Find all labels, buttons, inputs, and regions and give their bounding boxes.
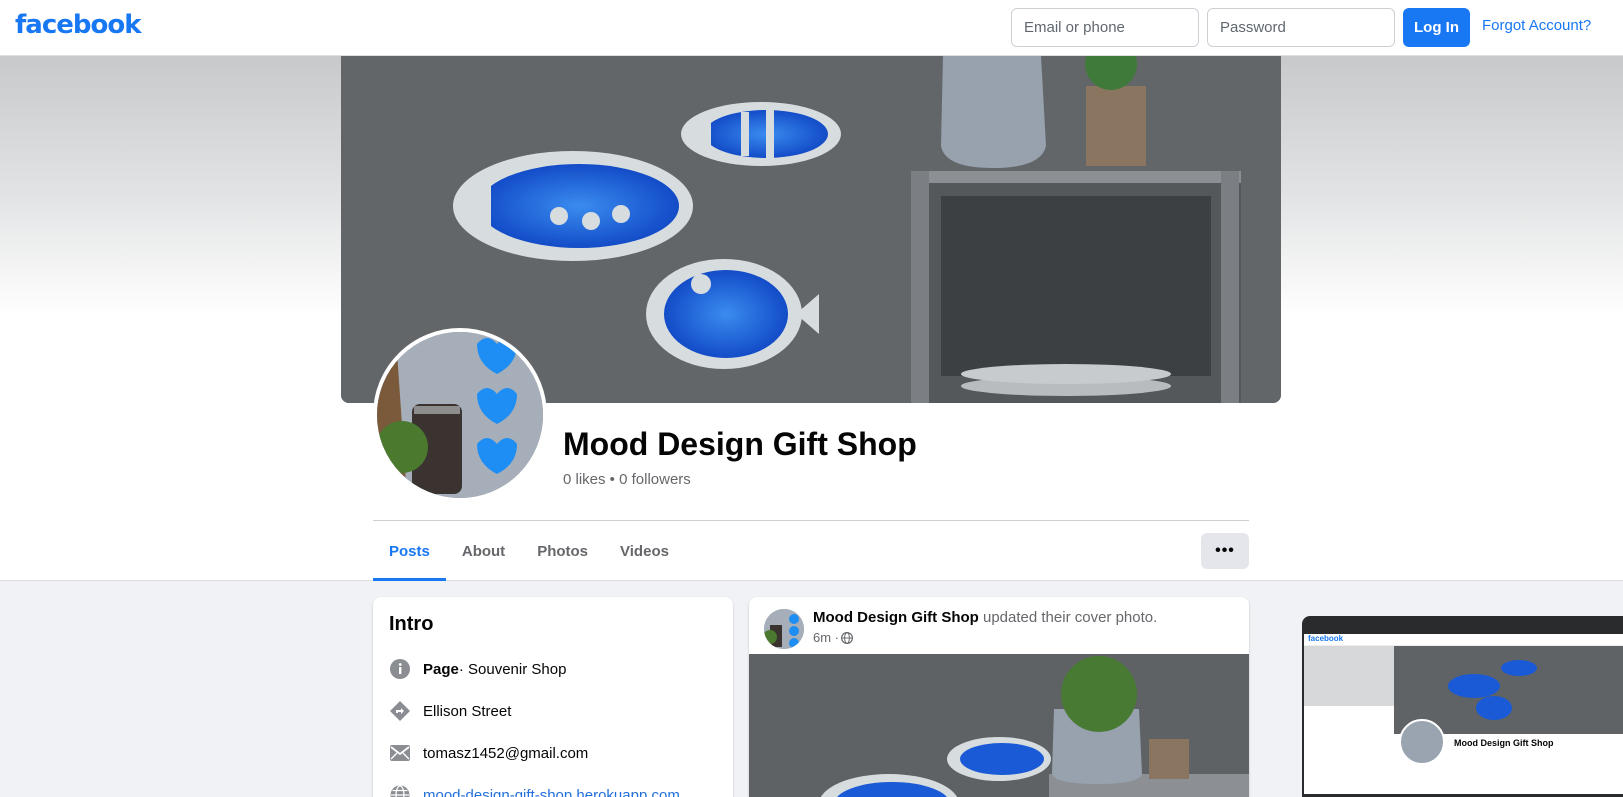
thumbnail-page-name: Mood Design Gift Shop — [1454, 738, 1554, 748]
directions-icon — [389, 700, 411, 722]
address-text: Ellison Street — [423, 702, 512, 720]
profile-picture-illustration — [377, 332, 543, 498]
category-prefix: Page — [423, 660, 459, 678]
intro-card: Intro Page · Souvenir Shop Ellison Stree… — [373, 597, 733, 797]
page-header: Mood Design Gift Shop 0 likes • 0 follow… — [0, 56, 1623, 581]
post-author-avatar[interactable] — [764, 609, 804, 649]
post-card: Mood Design Gift Shop updated their cove… — [749, 597, 1249, 797]
post-action-text: updated their cover photo. — [978, 609, 1158, 626]
category-text: · Souvenir Shop — [458, 660, 567, 678]
tab-about[interactable]: About — [446, 521, 521, 581]
post-cover-image[interactable] — [749, 654, 1249, 797]
post-timestamp[interactable]: 6m · — [813, 630, 839, 645]
globe-small-icon — [841, 631, 853, 644]
website-link[interactable]: mood-design-gift-shop.herokuapp.com — [423, 787, 680, 797]
email-text: tomasz1452@gmail.com — [423, 744, 589, 762]
more-options-button[interactable]: ••• — [1201, 533, 1249, 569]
password-input[interactable] — [1207, 8, 1395, 47]
tab-photos[interactable]: Photos — [521, 521, 604, 581]
page-stats: 0 likes • 0 followers — [563, 471, 691, 488]
top-navigation-bar: facebook Log In Forgot Account? — [0, 0, 1623, 56]
profile-picture[interactable] — [373, 328, 547, 502]
info-icon — [389, 658, 411, 680]
intro-website-row: mood-design-gift-shop.herokuapp.com — [389, 774, 717, 797]
login-button[interactable]: Log In — [1403, 8, 1470, 47]
post-header-text: Mood Design Gift Shop updated their cove… — [813, 609, 1157, 626]
email-input[interactable] — [1011, 8, 1199, 47]
tab-videos[interactable]: Videos — [604, 521, 685, 581]
intro-email-row: tomasz1452@gmail.com — [389, 732, 717, 774]
email-icon — [389, 742, 411, 764]
page-tabs: Posts About Photos Videos — [373, 521, 685, 581]
intro-title: Intro — [389, 613, 434, 635]
thumbnail-illustration — [1304, 634, 1623, 794]
post-image-illustration — [749, 654, 1249, 797]
intro-category-row: Page · Souvenir Shop — [389, 648, 717, 690]
forgot-account-link[interactable]: Forgot Account? — [1482, 17, 1591, 34]
globe-icon — [389, 784, 411, 797]
intro-address-row: Ellison Street — [389, 690, 717, 732]
post-meta: 6m · — [813, 630, 853, 645]
tab-posts[interactable]: Posts — [373, 521, 446, 581]
thumbnail-logo: facebook — [1308, 634, 1344, 643]
thumbnail-content: facebook Mood Design Gift Shop — [1304, 634, 1623, 794]
facebook-logo[interactable]: facebook — [15, 10, 142, 40]
page-title: Mood Design Gift Shop — [563, 426, 917, 462]
post-author-name[interactable]: Mood Design Gift Shop — [813, 609, 979, 626]
more-icon: ••• — [1215, 542, 1235, 559]
page-preview-thumbnail[interactable]: facebook Mood Design Gift Shop — [1302, 616, 1623, 797]
